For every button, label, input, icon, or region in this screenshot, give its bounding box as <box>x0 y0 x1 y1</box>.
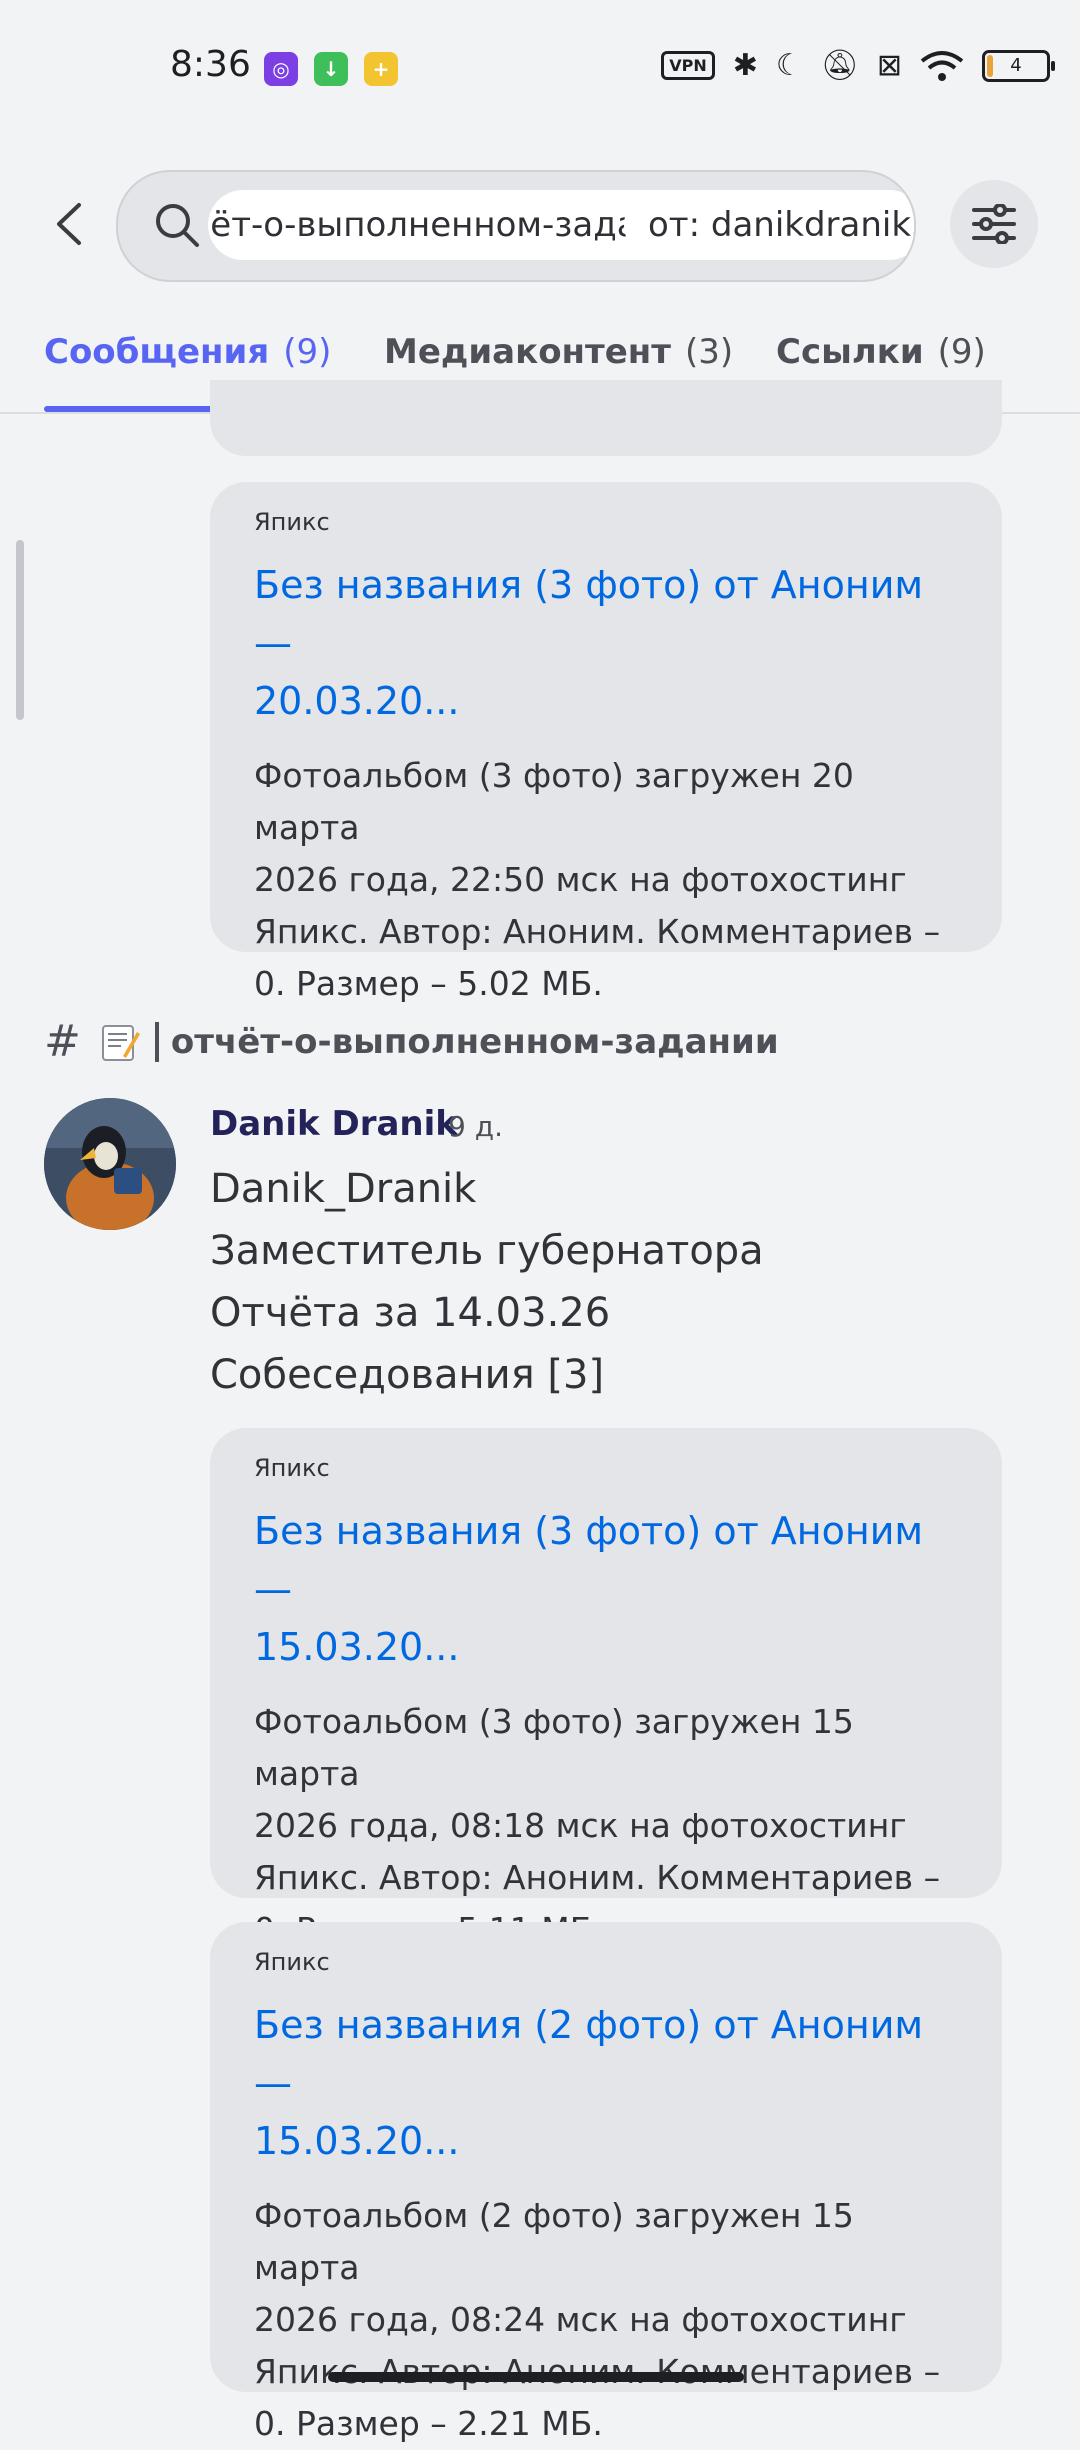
text-channel-icon: # <box>44 1016 81 1067</box>
tab-count: (3) <box>685 332 734 372</box>
muted-bell-icon: 🔕︎ <box>820 48 859 83</box>
previous-embed-card[interactable] <box>210 380 1002 456</box>
tab-links[interactable]: Ссылки (9) <box>776 332 986 372</box>
embed-title-line: Без названия (2 фото) от Аноним — <box>254 2003 924 2105</box>
message-line: Заместитель губернатора <box>210 1228 764 1274</box>
embed-title-link[interactable]: Без названия (3 фото) от Аноним — 20.03.2… <box>254 556 958 730</box>
tab-media[interactable]: Медиаконтент (3) <box>384 332 733 372</box>
battery-saver-notification-icon: + <box>364 52 398 86</box>
embed-description-line: 0. Размер – 5.02 МБ. <box>254 964 603 1003</box>
channel-header[interactable]: # отчёт-о-выполненном-задании <box>44 1016 779 1067</box>
channel-divider <box>154 1021 159 1062</box>
link-embed-card[interactable]: Япикс Без названия (2 фото) от Аноним — 1… <box>210 1922 1002 2443</box>
status-icons: VPN ✱ ☾ 🔕︎ ⊠ 4 <box>661 48 1055 83</box>
embed-description-line: Япикс. Автор: Аноним. Комментариев – <box>254 1858 941 1897</box>
do-not-disturb-moon-icon: ☾ <box>775 48 803 83</box>
link-embed-card[interactable]: Япикс Без названия (3 фото) от Аноним — 2… <box>210 482 1002 1003</box>
battery-icon: 4 <box>982 49 1055 82</box>
penguin-avatar-icon <box>44 1098 176 1230</box>
no-sim-icon: ⊠ <box>876 48 902 83</box>
embed-provider: Япикс <box>254 1948 330 1976</box>
embed-description-line: Япикс. Автор: Аноним. Комментариев – <box>254 912 941 951</box>
bluetooth-icon: ✱ <box>732 48 758 83</box>
embed-description: Фотоальбом (3 фото) загружен 15 марта 20… <box>254 1696 958 1956</box>
app-notification-icon: ◎ <box>264 52 298 86</box>
tab-label: Сообщения <box>44 332 270 372</box>
wifi-icon <box>920 50 964 81</box>
embed-title-line: 20.03.20... <box>254 679 460 723</box>
tab-count: (9) <box>283 332 332 372</box>
chevron-left-icon <box>57 203 81 245</box>
home-indicator[interactable] <box>328 2372 744 2382</box>
message-line: Собеседования [3] <box>210 1352 605 1398</box>
back-button[interactable] <box>48 196 88 252</box>
embed-description-line: 2026 года, 08:18 мск на фотохостинг <box>254 1806 907 1845</box>
download-notification-icon: ↓ <box>314 52 348 86</box>
embed-description: Фотоальбом (3 фото) загружен 20 марта 20… <box>254 750 958 1010</box>
vpn-icon: VPN <box>661 51 715 80</box>
search-icon <box>156 204 199 247</box>
tab-count: (9) <box>937 332 986 372</box>
tab-label: Медиаконтент <box>384 332 672 372</box>
embed-description-line: 2026 года, 22:50 мск на фотохостинг <box>254 860 907 899</box>
filter-button[interactable] <box>950 180 1038 268</box>
message-line: Danik_Dranik <box>210 1166 477 1212</box>
embed-title-link[interactable]: Без названия (2 фото) от Аноним — 15.03.2… <box>254 1996 958 2170</box>
embed-description-line: Фотоальбом (3 фото) загружен 15 марта <box>254 1702 854 1793</box>
embed-description-line: 0. Размер – 2.21 МБ. <box>254 2404 603 2443</box>
link-embed-card[interactable]: Япикс Без названия (3 фото) от Аноним — 1… <box>210 1428 1002 1949</box>
sliders-icon <box>972 204 1016 244</box>
message-line: Отчёта за 14.03.26 <box>210 1290 611 1336</box>
embed-description-line: Фотоальбом (2 фото) загружен 15 марта <box>254 2196 854 2287</box>
message-timestamp: 9 д. <box>448 1110 503 1143</box>
memo-emoji-icon <box>101 1024 140 1061</box>
status-time: 8:36 <box>170 44 251 85</box>
avatar[interactable] <box>44 1098 176 1230</box>
embed-title-line: 15.03.20... <box>254 1625 460 1669</box>
scrollbar[interactable] <box>16 540 24 720</box>
channel-name: отчёт-о-выполненном-задании <box>170 1021 779 1062</box>
embed-title-line: 15.03.20... <box>254 2119 460 2163</box>
embed-description-line: Фотоальбом (3 фото) загружен 20 марта <box>254 756 854 847</box>
embed-provider: Япикс <box>254 1454 330 1482</box>
battery-level: 4 <box>1010 54 1022 76</box>
message-author[interactable]: Danik Dranik <box>210 1104 458 1144</box>
embed-description: Фотоальбом (2 фото) загружен 15 марта 20… <box>254 2190 958 2450</box>
tab-label: Ссылки <box>776 332 924 372</box>
embed-title-link[interactable]: Без названия (3 фото) от Аноним — 15.03.2… <box>254 1502 958 1676</box>
embed-provider: Япикс <box>254 508 330 536</box>
embed-title-line: Без названия (3 фото) от Аноним — <box>254 1509 924 1611</box>
from-filter-chip[interactable]: от: danikdranik5 <box>624 190 914 260</box>
search-bar[interactable]: отчёт-о-выполненном-задании от: danikdra… <box>116 170 916 282</box>
embed-description-line: 2026 года, 08:24 мск на фотохостинг <box>254 2300 907 2339</box>
tab-messages[interactable]: Сообщения (9) <box>44 332 331 372</box>
embed-title-line: Без названия (3 фото) от Аноним — <box>254 563 924 665</box>
